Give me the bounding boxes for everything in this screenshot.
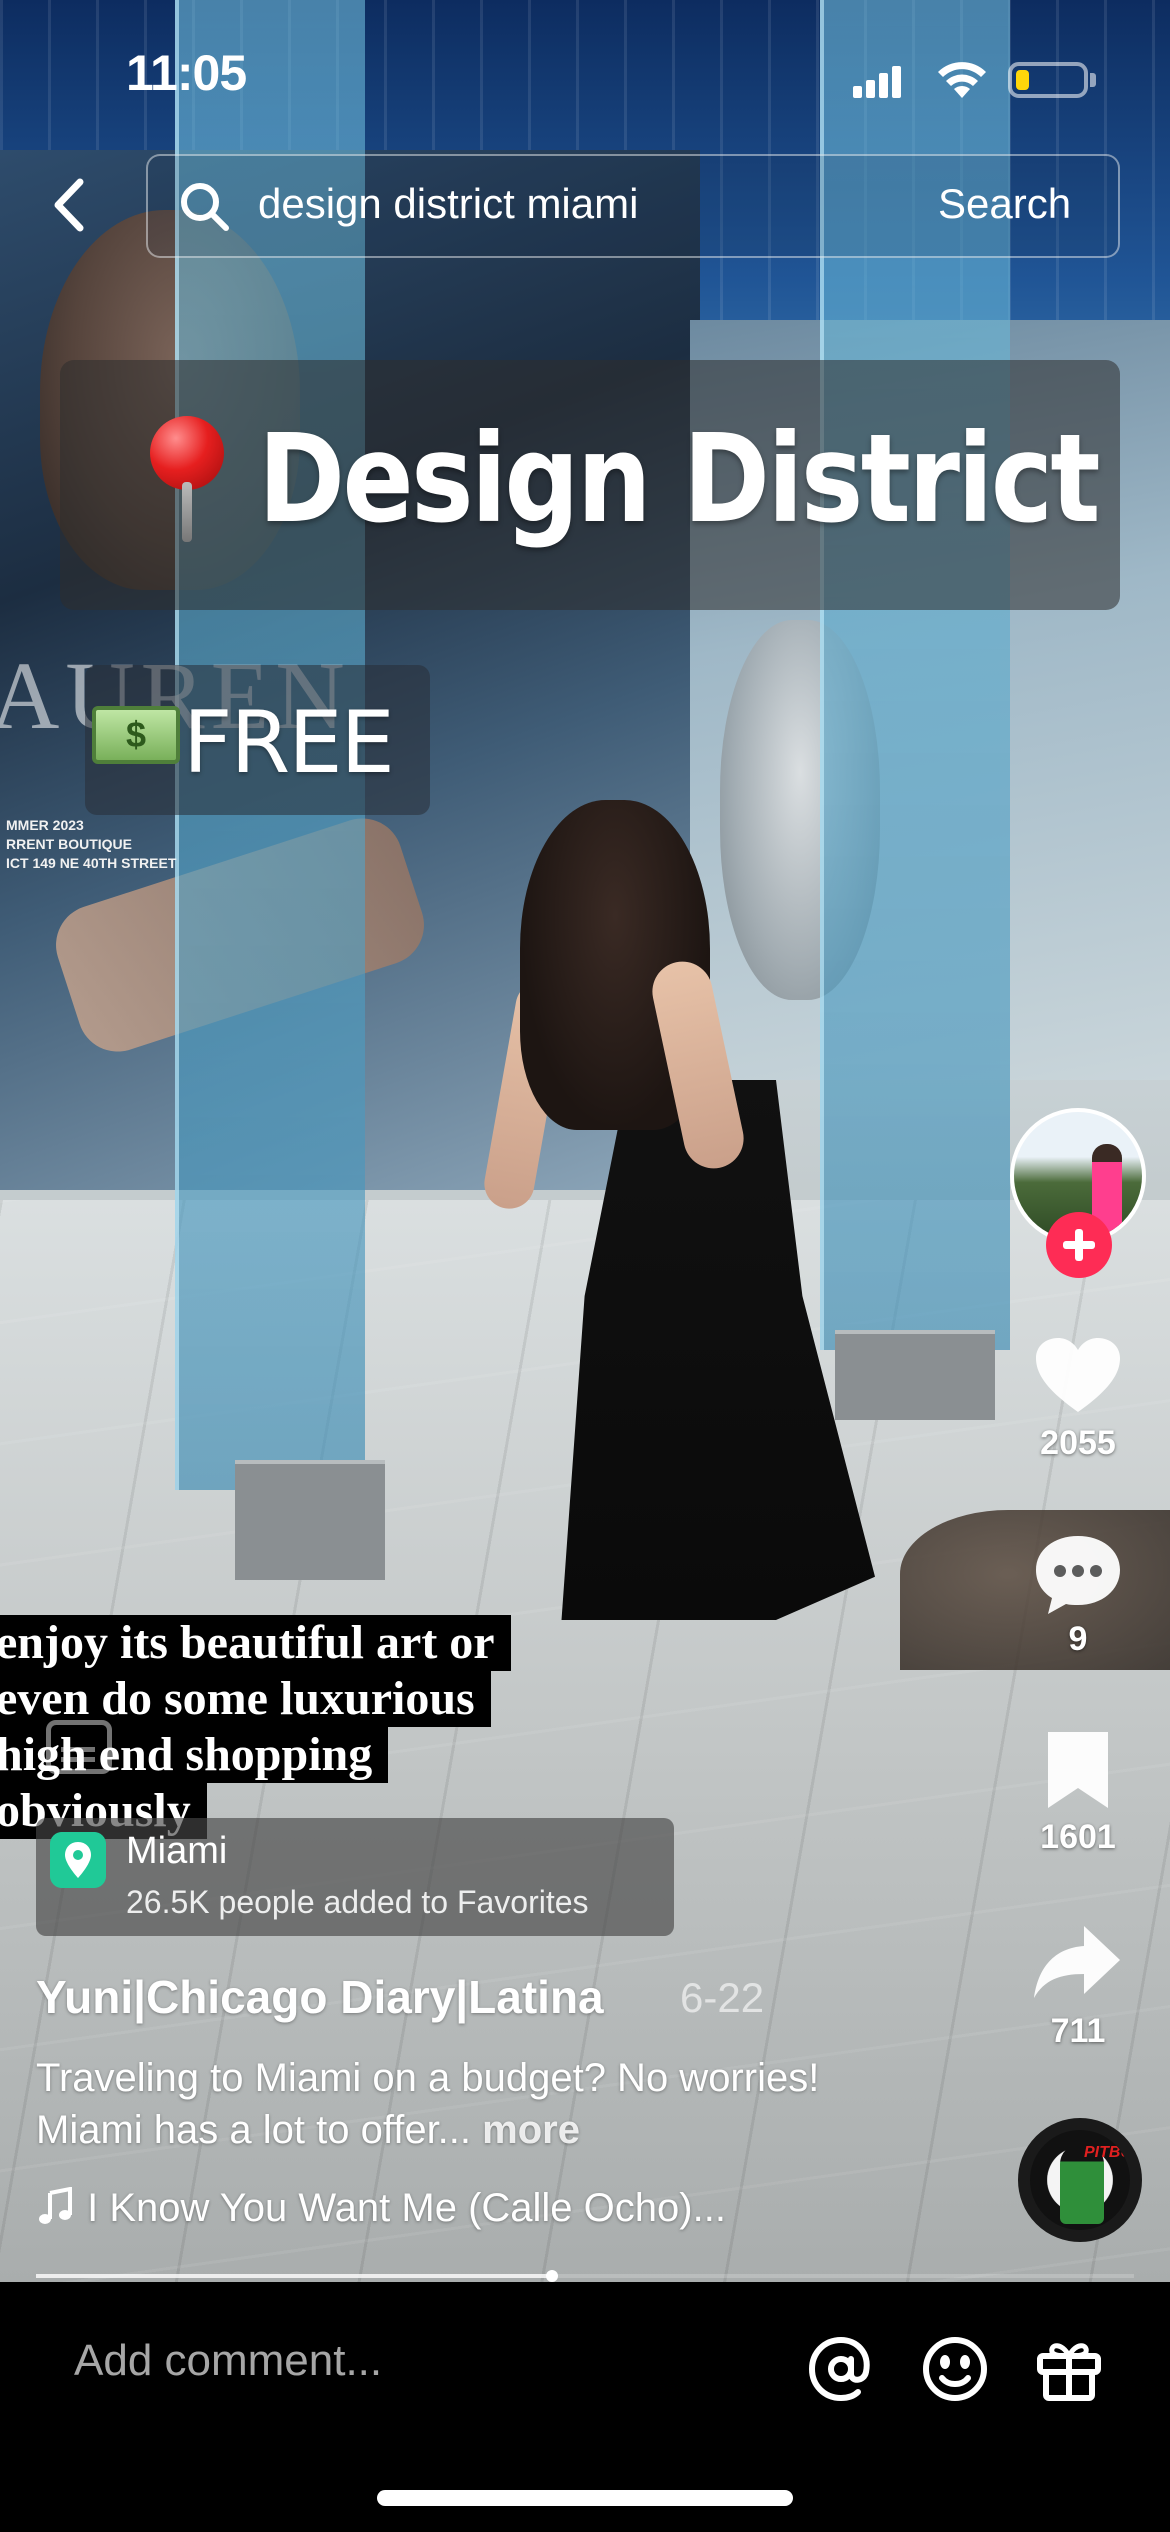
battery-cap [1090,73,1096,87]
emoji-icon[interactable] [920,2334,990,2404]
panel-base-right [835,1330,995,1420]
home-indicator [377,2490,793,2506]
post-date: 6-22 [680,1974,765,2021]
status-time: 11:05 [126,45,247,101]
panel-base-left [235,1460,385,1580]
follow-button[interactable] [1046,1212,1112,1278]
save-count: 1601 [1040,1818,1116,1856]
location-name[interactable]: Miami [126,1830,227,1873]
comment-count: 9 [1068,1620,1088,1658]
search-button[interactable]: Search [938,180,1071,228]
progress-handle[interactable] [546,2270,559,2282]
share-arrow-icon[interactable] [1032,1922,1122,2002]
wifi-icon [938,62,986,98]
free-label: FREE [183,693,395,793]
billboard-fine-print: MMER 2023 RRENT BOUTIQUE ICT 149 NE 40TH… [6,816,176,873]
progress-fill [36,2274,553,2278]
round-pushpin-icon [150,416,224,546]
caption-line: even do some luxurious [0,1671,491,1727]
comment-icon[interactable] [1032,1532,1124,1616]
music-track[interactable]: I Know You Want Me (Calle Ocho)... [36,2186,726,2231]
description-text: Traveling to Miami on a budget? No worri… [36,2056,820,2152]
like-count: 2055 [1040,1424,1116,1462]
status-bar: 11:05 [0,0,1170,140]
author-name[interactable]: Yuni|Chicago Diary|Latina [36,1970,604,2024]
caption-line: enjoy its beautiful art or [0,1615,511,1671]
cellular-signal-icon [853,64,903,98]
billboard-line-3: ICT 149 NE 40TH STREET [6,855,177,871]
captions-icon[interactable] [46,1720,112,1774]
back-chevron-icon[interactable] [40,170,100,240]
share-count: 711 [1050,2012,1106,2050]
music-title: I Know You Want Me (Calle Ocho)... [87,2186,726,2230]
mention-at-icon[interactable] [806,2334,876,2404]
bookmark-icon[interactable] [1042,1728,1114,1812]
dollar-bill-icon: $ [92,706,180,764]
video-title-overlay: Design District [258,408,1101,550]
location-favorites-count: 26.5K people added to Favorites [126,1884,589,1920]
billboard-line-2: RRENT BOUTIQUE [6,836,132,852]
billboard-line-1: MMER 2023 [6,817,84,833]
heart-icon[interactable] [1034,1336,1122,1416]
music-note-icon [39,2187,72,2224]
add-comment-input[interactable]: Add comment... [74,2336,382,2386]
playback-progress-bar[interactable] [36,2270,1134,2282]
search-query[interactable]: design district miami [258,180,638,228]
post-description[interactable]: Traveling to Miami on a budget? No worri… [36,2052,896,2156]
search-icon [181,183,229,231]
music-disc[interactable]: PITBU [1018,2118,1142,2242]
more-link[interactable]: more [482,2108,580,2152]
battery-icon [1008,62,1088,98]
video-player[interactable] [0,0,1170,2282]
gift-icon[interactable] [1034,2334,1104,2404]
location-pin-icon [50,1832,106,1888]
album-art-label: PITBU [1084,2144,1132,2161]
